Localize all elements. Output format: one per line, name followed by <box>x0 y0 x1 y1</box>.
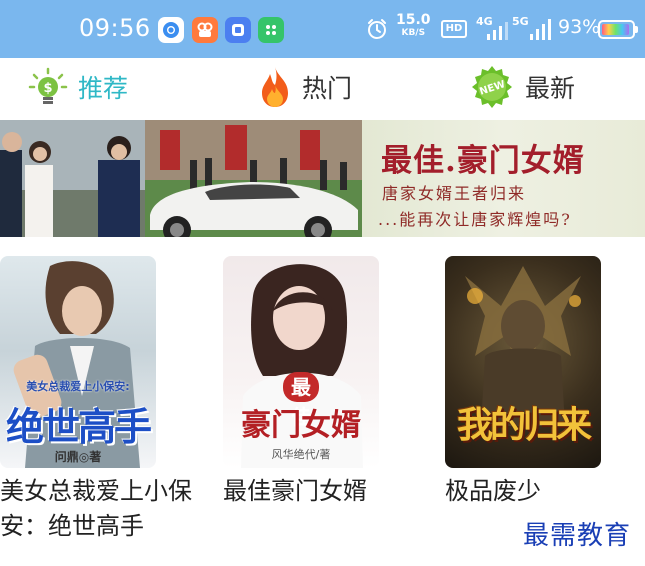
new-badge-icon: NEW <box>472 66 512 108</box>
svg-text:$: $ <box>43 81 52 96</box>
signal-4g-label: 4G <box>476 15 493 28</box>
battery-icon <box>598 20 638 39</box>
tab-recommend[interactable]: $ 推荐 <box>28 58 128 116</box>
book-cover-author: 风华绝代/著 <box>271 448 331 461</box>
wechat-mini-icon <box>258 17 284 43</box>
network-speed: 15.0 KB/S <box>396 12 431 40</box>
book-title[interactable]: 极品废少 <box>445 474 541 509</box>
banner-photo <box>0 120 362 237</box>
book-cover-title: 豪门女婿 <box>241 408 361 443</box>
signal-5g-label: 5G <box>512 15 529 28</box>
banner-title: 最佳.豪门女婿 <box>381 143 585 179</box>
fire-icon <box>262 67 288 107</box>
tab-new[interactable]: NEW 最新 <box>469 58 575 116</box>
book-cover-subtitle: 美女总裁爱上小保安: <box>26 380 130 393</box>
book-cover-badge: 最佳 <box>283 372 319 429</box>
banner-text-panel: 最佳.豪门女婿 唐家女婿王者归来 ...能再次让唐家辉煌吗? <box>362 120 645 237</box>
tab-hot[interactable]: 热门 <box>258 58 352 116</box>
book-cover[interactable]: 最佳 豪门女婿 风华绝代/著 <box>223 256 379 468</box>
watermark: 最需教育 <box>523 521 632 551</box>
files-app-icon <box>225 17 251 43</box>
hd-voice-badge: HD <box>441 20 467 38</box>
book-title[interactable]: 最佳豪门女婿 <box>223 474 367 509</box>
tab-new-label: 最新 <box>525 74 576 103</box>
banner-subtitle-line-1: 唐家女婿王者归来 <box>382 184 527 203</box>
tab-hot-label: 热门 <box>302 74 353 103</box>
status-bar: 09:56 15.0 KB/S HD 4G 5G 93% <box>0 0 645 58</box>
book-cover[interactable]: 美女总裁爱上小保安: 绝世高手 问鼎◎著 <box>0 256 156 468</box>
promo-banner[interactable]: 最佳.豪门女婿 唐家女婿王者归来 ...能再次让唐家辉煌吗? <box>0 120 645 237</box>
book-title[interactable]: 美女总裁爱上小保安：绝世高手 <box>0 474 200 544</box>
book-cover-title: 绝世高手 <box>5 405 152 449</box>
camera-app-icon <box>192 17 218 43</box>
lightbulb-money-icon: $ <box>28 67 68 104</box>
tab-recommend-label: 推荐 <box>78 74 129 103</box>
signal-5g-icon: 5G <box>512 15 551 40</box>
network-speed-value: 15.0 <box>396 12 431 28</box>
battery-level-fill <box>602 24 629 35</box>
book-cover[interactable]: 我的归来 <box>445 256 601 468</box>
book-cover-title: 我的归来 <box>456 404 592 446</box>
book-cover-author: 问鼎◎著 <box>54 450 102 464</box>
banner-subtitle-line-2: ...能再次让唐家辉煌吗? <box>378 210 572 229</box>
clock-time: 09:56 <box>79 14 151 42</box>
network-speed-unit: KB/S <box>401 28 426 38</box>
signal-4g-icon: 4G <box>476 15 508 40</box>
alarm-icon <box>368 19 386 39</box>
category-tab-bar: $ 推荐 热门 NEW 最新 <box>0 58 645 116</box>
battery-percent: 93% <box>558 16 601 38</box>
chrome-icon <box>158 17 184 43</box>
